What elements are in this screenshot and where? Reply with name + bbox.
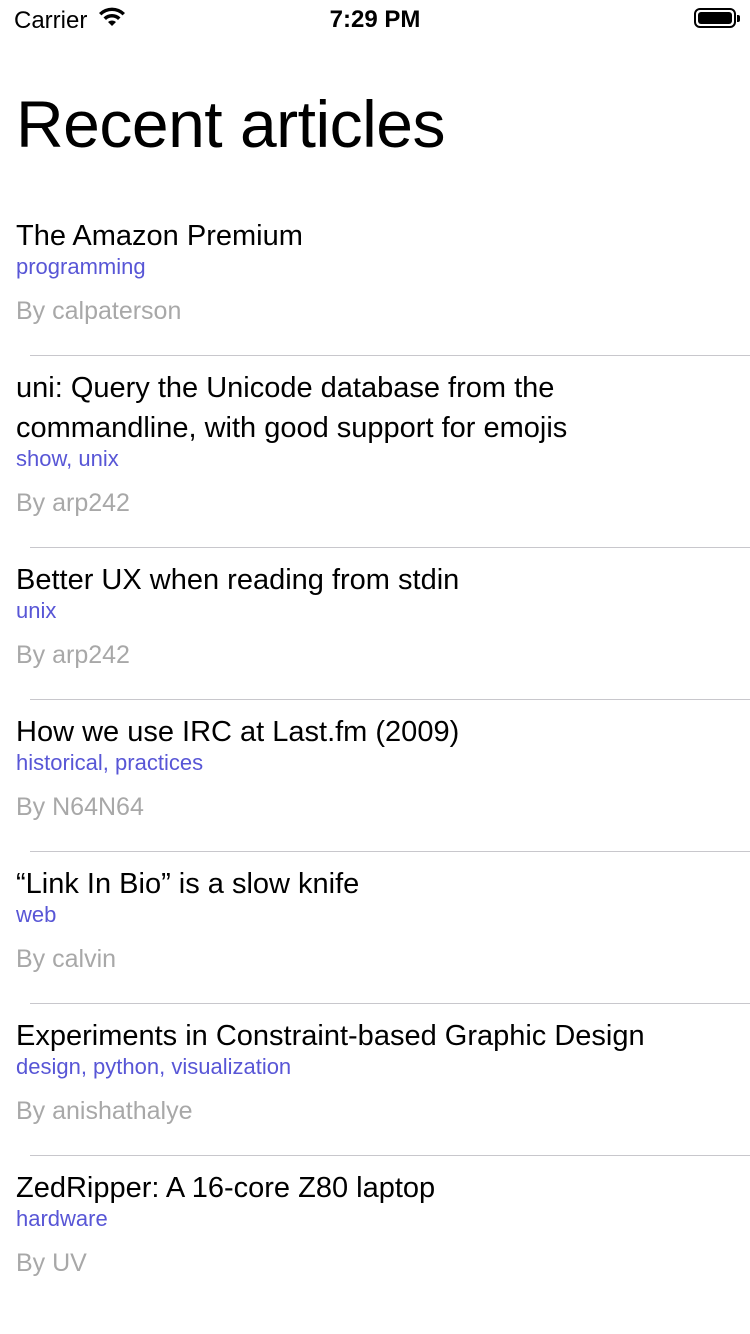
article-author: By N64N64: [16, 793, 144, 821]
article-author: By arp242: [16, 489, 130, 517]
article-tags[interactable]: hardware: [16, 1205, 734, 1233]
article-tags[interactable]: design, python, visualization: [16, 1053, 734, 1081]
article-row[interactable]: ZedRipper: A 16-core Z80 laptop hardware…: [0, 1156, 750, 1308]
article-row[interactable]: “Link In Bio” is a slow knife web By cal…: [0, 852, 750, 1004]
article-author: By arp242: [16, 641, 130, 669]
article-row[interactable]: uni: Query the Unicode database from the…: [0, 356, 750, 548]
article-author: By calpaterson: [16, 297, 182, 325]
battery-fill: [698, 12, 732, 24]
article-tags[interactable]: unix: [16, 597, 734, 625]
article-author: By anishathalye: [16, 1097, 193, 1125]
article-title: The Amazon Premium: [16, 220, 303, 252]
article-title: “Link In Bio” is a slow knife: [16, 868, 360, 900]
article-title: Better UX when reading from stdin: [16, 564, 460, 596]
article-row[interactable]: How we use IRC at Last.fm (2009) histori…: [0, 700, 750, 852]
article-row[interactable]: Experiments in Constraint-based Graphic …: [0, 1004, 750, 1156]
article-title: ZedRipper: A 16-core Z80 laptop: [16, 1172, 436, 1204]
article-author: By UV: [16, 1249, 87, 1277]
article-tags[interactable]: show, unix: [16, 445, 734, 473]
article-tags[interactable]: programming: [16, 253, 734, 281]
page-title: Recent articles: [16, 87, 446, 161]
article-list[interactable]: The Amazon Premium programming By calpat…: [0, 204, 750, 1308]
article-title: uni: Query the Unicode database from the…: [16, 372, 568, 444]
status-right: [694, 8, 740, 28]
article-author: By calvin: [16, 945, 117, 973]
battery-icon: [694, 8, 740, 28]
article-title: Experiments in Constraint-based Graphic …: [16, 1020, 645, 1052]
status-time: 7:29 PM: [329, 6, 421, 33]
article-row[interactable]: Better UX when reading from stdin unix B…: [0, 548, 750, 700]
article-tags[interactable]: web: [16, 901, 734, 929]
article-row[interactable]: The Amazon Premium programming By calpat…: [0, 204, 750, 356]
article-title: How we use IRC at Last.fm (2009): [16, 716, 460, 748]
status-bar: Carrier 7:29 PM: [0, 0, 750, 40]
article-tags[interactable]: historical, practices: [16, 749, 734, 777]
